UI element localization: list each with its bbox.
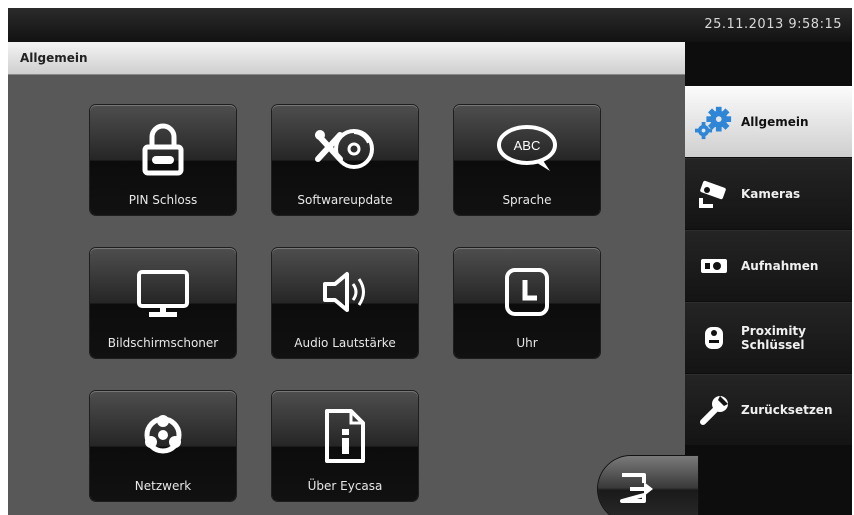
sidebar-item-label: Allgemein [741,115,809,129]
tile-pin-lock[interactable]: PIN Schloss [90,105,236,215]
tile-label: Über Eycasa [307,479,383,493]
page-title: Allgemein [20,51,88,65]
sidebar-item-kameras[interactable]: Kameras [685,158,852,229]
status-bar: 25.11.2013 9:58:15 [8,8,852,42]
proximity-key-icon [695,320,733,356]
exit-button[interactable] [598,456,698,515]
sidebar: Allgemein Kameras Aufnahmen Proximity Sc… [685,42,852,515]
speech-bubble-text: ABC [514,138,541,153]
tile-label: Uhr [516,336,538,350]
wrench-icon [695,392,733,428]
sidebar-item-label: Aufnahmen [741,259,819,273]
info-document-icon [272,405,418,465]
network-icon [90,405,236,465]
sidebar-item-aufnahmen[interactable]: Aufnahmen [685,230,852,301]
recording-icon [695,248,733,284]
exit-arrow-icon [620,473,653,503]
tile-label: Softwareupdate [297,193,393,207]
sidebar-item-proximity[interactable]: Proximity Schlüssel [685,302,852,373]
tile-screensaver[interactable]: Bildschirmschoner [90,248,236,358]
speech-bubble-icon: ABC [454,119,600,179]
sidebar-item-label: Kameras [741,187,801,201]
sidebar-item-label: Zurücksetzen [741,403,833,417]
camera-icon [695,176,733,212]
gears-icon [695,104,733,140]
sidebar-item-allgemein[interactable]: Allgemein [685,86,852,157]
tile-label: PIN Schloss [128,193,198,207]
tile-label: Netzwerk [134,479,192,493]
tile-language[interactable]: ABC Sprache [454,105,600,215]
settings-grid: PIN Schloss Softwareupdate ABC Sprache B… [8,75,685,515]
speaker-icon [272,262,418,322]
tile-about[interactable]: Über Eycasa [272,391,418,501]
touch-screen: 25.11.2013 9:58:15 Allgemein PIN Schloss [8,8,852,515]
tile-label: Audio Lautstärke [294,336,396,350]
software-update-icon [272,119,418,179]
clock-icon [454,262,600,322]
tile-network[interactable]: Netzwerk [90,391,236,501]
monitor-icon [90,262,236,322]
datetime-display: 25.11.2013 9:58:15 [704,17,842,32]
sidebar-item-zuruecksetzen[interactable]: Zurücksetzen [685,374,852,445]
padlock-icon [90,119,236,179]
tile-label: Sprache [502,193,552,207]
section-header: Allgemein [8,42,685,75]
tile-software-update[interactable]: Softwareupdate [272,105,418,215]
tile-label: Bildschirmschoner [107,336,219,350]
tile-audio-volume[interactable]: Audio Lautstärke [272,248,418,358]
sidebar-item-label: Proximity Schlüssel [741,324,806,352]
tile-clock[interactable]: Uhr [454,248,600,358]
